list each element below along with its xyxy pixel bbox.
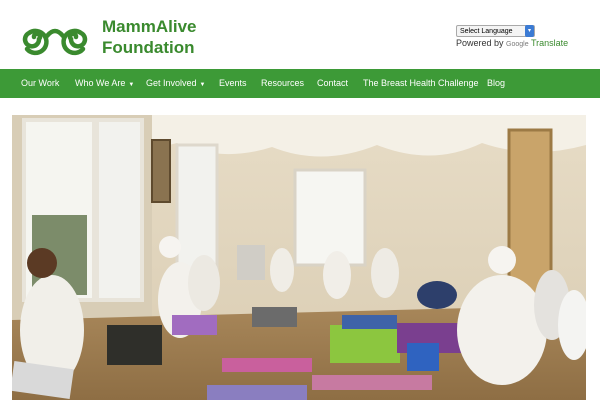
seated-person bbox=[417, 281, 457, 309]
seated-person bbox=[323, 251, 351, 299]
google-translate-credit: Powered by Google Translate bbox=[456, 38, 568, 48]
language-select[interactable]: Select Language ▾ bbox=[456, 25, 535, 37]
nav-item-label: Blog bbox=[487, 78, 506, 88]
google-logo-text: Google bbox=[506, 41, 529, 48]
seated-person bbox=[188, 255, 220, 311]
nav-item-contact[interactable]: Contact bbox=[317, 69, 348, 98]
main-nav: Our Work Who We Are ▼ Get Involved ▼ Event… bbox=[0, 69, 600, 98]
spiral-logo-icon[interactable] bbox=[16, 14, 96, 60]
nav-item-get-involved[interactable]: Get Involved ▼ bbox=[146, 69, 205, 98]
nav-item-label: Who We Are bbox=[75, 78, 126, 88]
cushion bbox=[172, 315, 217, 335]
powered-by-text: Powered by bbox=[456, 38, 504, 48]
nav-item-label: Contact bbox=[317, 78, 349, 88]
nav-item-resources[interactable]: Resources bbox=[261, 69, 304, 98]
site-header: MammAlive Foundation Select Language ▾ P… bbox=[0, 0, 600, 69]
door bbox=[507, 128, 553, 297]
mat-green bbox=[330, 325, 400, 363]
mat-blue bbox=[342, 315, 397, 329]
brand-name: MammAlive bbox=[102, 17, 197, 36]
nav-item-label: The Breast Health Challenge bbox=[363, 78, 479, 88]
nav-item-events[interactable]: Events bbox=[219, 69, 247, 98]
window-left-2 bbox=[95, 118, 144, 302]
seated-person bbox=[371, 248, 399, 298]
cushion bbox=[407, 343, 439, 371]
language-select-label: Select Language bbox=[460, 28, 513, 35]
bag bbox=[107, 325, 162, 365]
nav-item-label: Get Involved bbox=[146, 78, 197, 88]
hero-photo bbox=[12, 115, 586, 400]
mat-lavender bbox=[207, 385, 307, 400]
chevron-down-icon: ▾ bbox=[525, 25, 534, 37]
mat-pink bbox=[222, 358, 312, 372]
brand-subtitle: Foundation bbox=[102, 38, 195, 57]
nav-item-label: Events bbox=[219, 78, 247, 88]
site-brand[interactable]: MammAlive Foundation bbox=[102, 16, 196, 58]
cushion bbox=[252, 307, 297, 327]
mat-pink-2 bbox=[312, 375, 432, 390]
nav-item-label: Resources bbox=[261, 78, 305, 88]
nav-item-label: Our Work bbox=[21, 78, 60, 88]
chevron-down-icon: ▼ bbox=[199, 82, 206, 88]
nav-item-blog[interactable]: Blog bbox=[487, 69, 505, 98]
picture-frame bbox=[151, 139, 171, 203]
seated-person bbox=[457, 275, 547, 385]
seated-person bbox=[270, 248, 294, 292]
nav-item-breast-health-challenge[interactable]: The Breast Health Challenge bbox=[363, 69, 479, 98]
nav-item-our-work[interactable]: Our Work bbox=[21, 69, 59, 98]
chevron-down-icon: ▼ bbox=[128, 82, 135, 88]
translate-link[interactable]: Translate bbox=[531, 38, 568, 48]
radiator bbox=[237, 245, 265, 280]
nav-item-who-we-are[interactable]: Who We Are ▼ bbox=[75, 69, 134, 98]
window-center-left bbox=[175, 143, 219, 277]
window-center bbox=[293, 168, 367, 267]
